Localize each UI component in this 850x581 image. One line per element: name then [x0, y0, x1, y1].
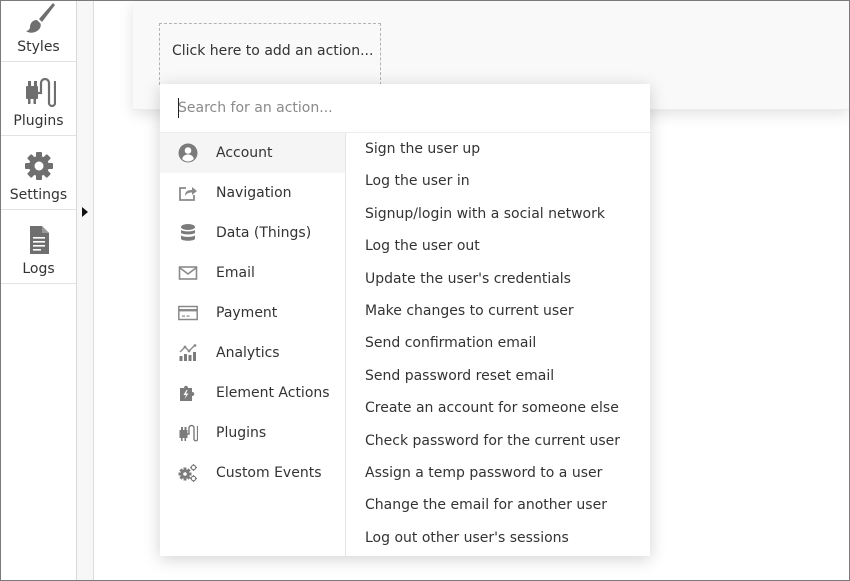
category-navigation[interactable]: Navigation: [160, 173, 345, 213]
sidebar-item-settings[interactable]: Settings: [1, 136, 76, 210]
category-label: Navigation: [216, 185, 292, 201]
sidebar-item-label: Settings: [9, 187, 68, 203]
action-item[interactable]: Make changes to current user: [346, 295, 650, 327]
action-item[interactable]: Check password for the current user: [346, 425, 650, 457]
action-item[interactable]: Log the user in: [346, 165, 650, 197]
text-caret: [178, 98, 179, 118]
category-list: Account Navigation Data (Things) Email P…: [160, 133, 346, 556]
action-item[interactable]: Signup/login with a social network: [346, 198, 650, 230]
category-analytics[interactable]: Analytics: [160, 333, 345, 373]
action-item[interactable]: Assign a temp password to a user: [346, 457, 650, 489]
action-item[interactable]: Log out other user's sessions: [346, 522, 650, 554]
action-list: Sign the user up Log the user in Signup/…: [346, 133, 650, 554]
add-action-button[interactable]: Click here to add an action...: [159, 23, 381, 85]
brush-icon: [22, 1, 56, 35]
category-plugins[interactable]: Plugins: [160, 413, 345, 453]
sidebar-item-plugins[interactable]: Plugins: [1, 62, 76, 136]
category-label: Account: [216, 145, 273, 161]
analytics-chart-icon: [178, 343, 198, 363]
category-account[interactable]: Account: [160, 133, 345, 173]
database-icon: [178, 223, 198, 243]
category-label: Analytics: [216, 345, 280, 361]
plug-icon: [22, 75, 56, 109]
expand-arrow-icon[interactable]: [82, 207, 88, 217]
sidebar-item-styles[interactable]: Styles: [1, 1, 76, 62]
action-item[interactable]: Send password reset email: [346, 360, 650, 392]
category-payment[interactable]: Payment: [160, 293, 345, 333]
document-icon: [22, 223, 56, 257]
action-item[interactable]: Create an account for someone else: [346, 392, 650, 424]
gears-icon: [178, 463, 198, 483]
sidebar-item-logs[interactable]: Logs: [1, 210, 76, 284]
category-label: Element Actions: [216, 385, 330, 401]
action-item[interactable]: Update the user's credentials: [346, 263, 650, 295]
category-label: Custom Events: [216, 465, 322, 481]
panel-gutter: [77, 1, 94, 580]
category-label: Plugins: [216, 425, 267, 441]
puzzle-bolt-icon: [178, 383, 198, 403]
category-label: Payment: [216, 305, 278, 321]
user-circle-icon: [178, 143, 198, 163]
category-email[interactable]: Email: [160, 253, 345, 293]
sidebar-item-label: Plugins: [13, 113, 64, 129]
action-search-input[interactable]: [178, 96, 618, 120]
action-item[interactable]: Send confirmation email: [346, 327, 650, 359]
category-data-things[interactable]: Data (Things): [160, 213, 345, 253]
gear-icon: [22, 149, 56, 183]
category-custom-events[interactable]: Custom Events: [160, 453, 345, 493]
action-item[interactable]: Sign the user up: [346, 133, 650, 165]
action-picker-dropdown: Account Navigation Data (Things): [160, 84, 650, 556]
envelope-icon: [178, 263, 198, 283]
sidebar-item-label: Styles: [17, 39, 60, 55]
category-label: Data (Things): [216, 225, 312, 241]
action-item[interactable]: Log the user out: [346, 230, 650, 262]
category-label: Email: [216, 265, 255, 281]
plug-icon: [178, 423, 198, 443]
action-item[interactable]: Change the email for another user: [346, 489, 650, 521]
share-arrow-icon: [178, 183, 198, 203]
sidebar-item-label: Logs: [22, 261, 55, 277]
tool-sidebar: Styles Plugins Settings Logs: [1, 1, 77, 580]
category-element-actions[interactable]: Element Actions: [160, 373, 345, 413]
action-search: [160, 84, 650, 133]
credit-card-icon: [178, 303, 198, 323]
